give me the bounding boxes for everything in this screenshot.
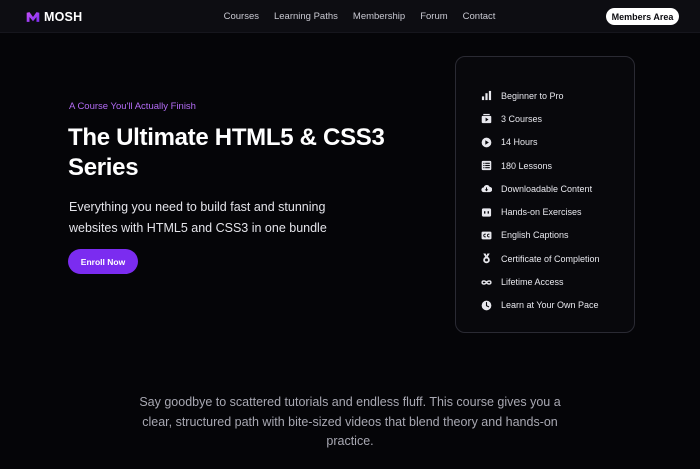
feature-label: 3 Courses: [501, 113, 543, 124]
feature-item: 3 Courses: [481, 107, 600, 130]
nav-link-forum[interactable]: Forum: [420, 11, 447, 22]
feature-label: Lifetime Access: [501, 277, 564, 288]
feature-item: English Captions: [481, 224, 600, 247]
hero-description: Everything you need to build fast and st…: [69, 200, 327, 235]
nav-link-learning-paths[interactable]: Learning Paths: [274, 11, 338, 22]
courses-icon: [481, 113, 492, 124]
feature-label: 180 Lessons: [501, 160, 553, 171]
feature-item: Lifetime Access: [481, 270, 600, 293]
captions-icon: [481, 230, 492, 241]
clock-icon: [481, 300, 492, 311]
page-title: The Ultimate HTML5 & CSS3 Series: [68, 124, 385, 181]
nav-link-membership[interactable]: Membership: [353, 11, 405, 22]
feature-label: English Captions: [501, 230, 569, 241]
feature-label: 14 Hours: [501, 137, 538, 148]
exercise-icon: [481, 207, 492, 218]
feature-label: Hands-on Exercises: [501, 207, 582, 218]
list-icon: [481, 160, 492, 171]
course-intro-text: Say goodbye to scattered tutorials and e…: [139, 395, 561, 448]
navbar: MOSH Courses Learning Paths Membership F…: [0, 0, 700, 33]
bar-chart-icon: [481, 90, 492, 101]
hero-eyebrow: A Course You'll Actually Finish: [69, 101, 196, 112]
feature-item: 14 Hours: [481, 131, 600, 154]
feature-item: Certificate of Completion: [481, 247, 600, 270]
enroll-now-button[interactable]: Enroll Now: [68, 249, 138, 274]
feature-label: Beginner to Pro: [501, 90, 564, 101]
medal-icon: [481, 253, 492, 264]
nav-link-contact[interactable]: Contact: [463, 11, 496, 22]
nav-link-courses[interactable]: Courses: [224, 11, 259, 22]
feature-item: Downloadable Content: [481, 177, 600, 200]
feature-item: 180 Lessons: [481, 154, 600, 177]
card-glow-line: [464, 56, 628, 57]
members-area-button[interactable]: Members Area: [606, 8, 679, 25]
feature-label: Certificate of Completion: [501, 253, 600, 264]
infinity-icon: [481, 277, 492, 288]
feature-list: Beginner to Pro 3 Courses 14 Hours 180 L…: [481, 84, 600, 317]
cloud-download-icon: [481, 183, 492, 194]
feature-label: Learn at Your Own Pace: [501, 300, 599, 311]
feature-item: Hands-on Exercises: [481, 200, 600, 223]
feature-item: Beginner to Pro: [481, 84, 600, 107]
course-features-card: Beginner to Pro 3 Courses 14 Hours 180 L…: [455, 56, 635, 333]
feature-label: Downloadable Content: [501, 183, 593, 194]
play-icon: [481, 137, 492, 148]
feature-item: Learn at Your Own Pace: [481, 294, 600, 317]
main-nav: Courses Learning Paths Membership Forum …: [0, 0, 700, 33]
